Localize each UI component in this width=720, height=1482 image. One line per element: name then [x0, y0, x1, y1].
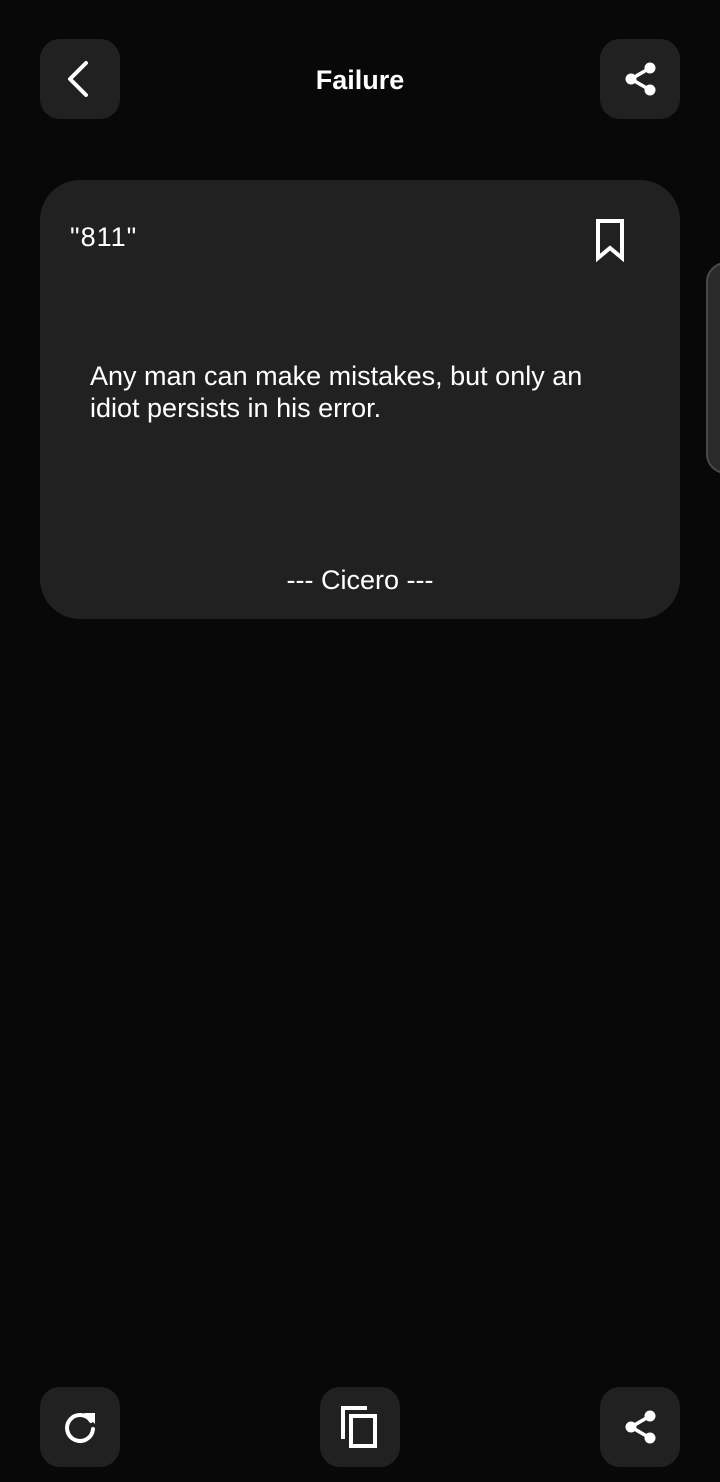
quote-text: Any man can make mistakes, but only an i… [90, 361, 583, 423]
copy-button[interactable] [320, 1387, 400, 1467]
bookmark-icon[interactable] [590, 218, 630, 262]
refresh-icon [65, 1413, 95, 1443]
copy-icon [341, 1406, 377, 1448]
header-share-button[interactable] [600, 39, 680, 119]
next-card-peek[interactable] [706, 262, 720, 474]
share-icon [625, 62, 656, 96]
bottom-share-button[interactable] [600, 1387, 680, 1467]
chevron-left-icon [68, 61, 88, 97]
share-icon [625, 1410, 656, 1444]
back-button[interactable] [40, 39, 120, 119]
refresh-button[interactable] [40, 1387, 120, 1467]
quote-screen: Failure "811" Any man can make mistakes,… [0, 0, 720, 1482]
page-title: Failure [315, 65, 405, 95]
quote-author: --- Cicero --- [286, 565, 434, 595]
quote-card: "811" Any man can make mistakes, but onl… [40, 180, 680, 619]
quote-number: "811" [70, 222, 138, 252]
